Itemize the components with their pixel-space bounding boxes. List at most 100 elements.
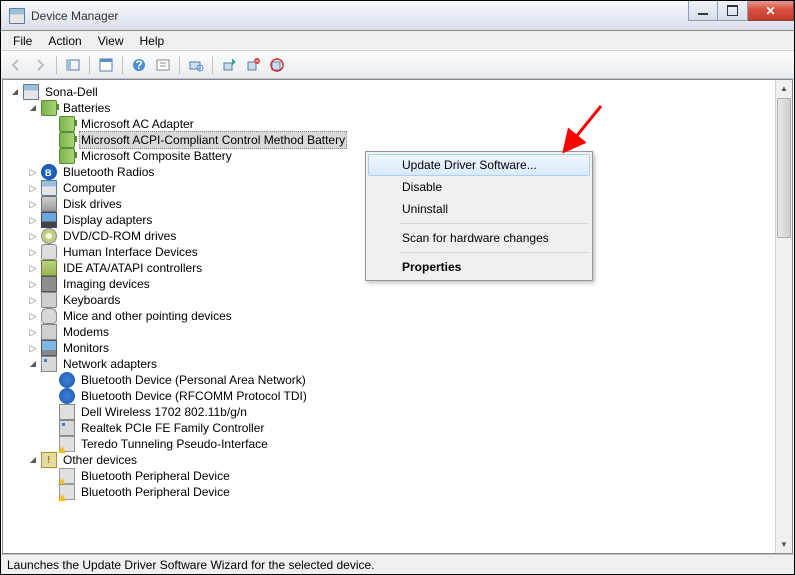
menu-disable[interactable]: Disable [368,176,590,198]
expander-icon[interactable] [27,182,39,194]
separator [179,56,180,74]
expander-icon[interactable] [27,246,39,258]
hid-icon [41,244,57,260]
mouse-icon [41,308,57,324]
menu-help[interactable]: Help [132,32,173,50]
expander-icon[interactable] [27,342,39,354]
category-dvd[interactable]: DVD/CD-ROM drives [61,228,178,244]
separator [212,56,213,74]
uninstall-button[interactable] [242,54,264,76]
scroll-thumb[interactable] [777,98,791,238]
category-bluetooth[interactable]: Bluetooth Radios [61,164,156,180]
ide-icon [41,260,57,276]
device-bt-peripheral[interactable]: Bluetooth Peripheral Device [79,468,232,484]
menu-scan[interactable]: Scan for hardware changes [368,227,590,249]
category-other[interactable]: Other devices [61,452,139,468]
disk-icon [41,196,57,212]
update-driver-button[interactable] [218,54,240,76]
expander-icon[interactable] [27,262,39,274]
vertical-scrollbar[interactable]: ▲ ▼ [775,80,792,553]
device-bt-pan[interactable]: Bluetooth Device (Personal Area Network) [79,372,308,388]
device-dell-wireless[interactable]: Dell Wireless 1702 802.11b/g/n [79,404,249,420]
minimize-button[interactable] [688,1,718,21]
menu-action[interactable]: Action [40,32,89,50]
toolbar: ? [1,51,794,79]
forward-button[interactable] [29,54,51,76]
computer-icon [41,180,57,196]
other-icon [41,452,57,468]
properties-button[interactable] [95,54,117,76]
dvd-icon [41,228,57,244]
device-bt-rfcomm[interactable]: Bluetooth Device (RFCOMM Protocol TDI) [79,388,309,404]
close-button[interactable] [748,1,794,21]
display-icon [41,212,57,228]
bluetooth-icon [59,388,75,404]
modem-icon [41,324,57,340]
warning-icon [59,468,75,484]
separator [56,56,57,74]
category-keyboards[interactable]: Keyboards [61,292,122,308]
menu-file[interactable]: File [5,32,40,50]
expander-icon[interactable] [27,278,39,290]
category-disk-drives[interactable]: Disk drives [61,196,124,212]
keyboard-icon [41,292,57,308]
device-ac-adapter[interactable]: Microsoft AC Adapter [79,116,196,132]
menu-properties[interactable]: Properties [368,256,590,278]
expander-icon[interactable] [27,230,39,242]
battery-icon [59,132,75,148]
network-icon [41,356,57,372]
expander-icon[interactable] [27,198,39,210]
menu-separator [400,223,588,224]
category-network[interactable]: Network adapters [61,356,159,372]
device-bt-peripheral[interactable]: Bluetooth Peripheral Device [79,484,232,500]
menu-update-driver[interactable]: Update Driver Software... [368,154,590,176]
category-mice[interactable]: Mice and other pointing devices [61,308,234,324]
device-acpi-battery[interactable]: Microsoft ACPI-Compliant Control Method … [79,131,347,149]
action-button[interactable] [152,54,174,76]
expander-icon[interactable] [27,358,39,370]
category-monitors[interactable]: Monitors [61,340,111,356]
expander-icon[interactable] [27,294,39,306]
scroll-up-icon[interactable]: ▲ [776,80,792,97]
category-modems[interactable]: Modems [61,324,111,340]
category-ide[interactable]: IDE ATA/ATAPI controllers [61,260,204,276]
window-title: Device Manager [31,9,688,23]
menu-uninstall[interactable]: Uninstall [368,198,590,220]
maximize-button[interactable] [718,1,748,21]
category-hid[interactable]: Human Interface Devices [61,244,200,260]
monitor-icon [41,340,57,356]
scroll-down-icon[interactable]: ▼ [776,536,792,553]
warning-icon [59,436,75,452]
expander-icon[interactable] [27,102,39,114]
device-teredo[interactable]: Teredo Tunneling Pseudo-Interface [79,436,270,452]
bluetooth-icon [41,164,57,180]
imaging-icon [41,276,57,292]
expander-icon[interactable] [27,310,39,322]
battery-icon [59,116,75,132]
disable-button[interactable] [266,54,288,76]
expander-icon[interactable] [27,326,39,338]
category-display[interactable]: Display adapters [61,212,154,228]
help-button[interactable]: ? [128,54,150,76]
category-imaging[interactable]: Imaging devices [61,276,152,292]
expander-icon[interactable] [27,454,39,466]
bluetooth-icon [59,372,75,388]
back-button[interactable] [5,54,27,76]
root-node[interactable]: Sona-Dell [43,84,100,100]
device-realtek[interactable]: Realtek PCIe FE Family Controller [79,420,266,436]
expander-icon[interactable] [27,166,39,178]
category-batteries[interactable]: Batteries [61,100,112,116]
app-icon [9,8,25,24]
device-composite-battery[interactable]: Microsoft Composite Battery [79,148,234,164]
category-computer[interactable]: Computer [61,180,118,196]
expander-icon[interactable] [9,86,21,98]
computer-icon [23,84,39,100]
scan-hardware-button[interactable] [185,54,207,76]
warning-icon [59,484,75,500]
menu-view[interactable]: View [90,32,132,50]
svg-text:?: ? [135,58,142,72]
expander-icon[interactable] [27,214,39,226]
menubar: File Action View Help [1,31,794,51]
show-hide-tree-button[interactable] [62,54,84,76]
statusbar: Launches the Update Driver Software Wiza… [1,554,794,574]
